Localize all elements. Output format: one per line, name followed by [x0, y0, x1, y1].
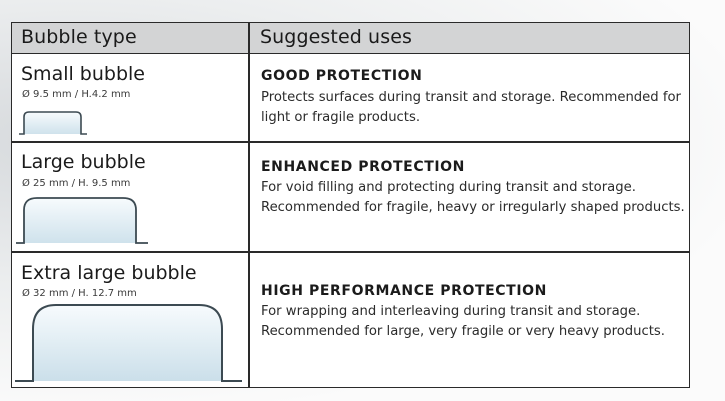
header-bubble-type: Bubble type: [21, 26, 137, 48]
protection-heading: HIGH PERFORMANCE PROTECTION: [261, 283, 547, 299]
small-bubble-icon: [19, 111, 87, 135]
use-description: For wrapping and interleaving during tra…: [261, 304, 665, 339]
extra-large-bubble-icon: [15, 304, 242, 382]
bubble-type-title: Large bubble: [21, 151, 146, 173]
protection-heading: GOOD PROTECTION: [261, 68, 423, 84]
bubble-type-title: Small bubble: [21, 63, 146, 85]
row-divider: [12, 251, 689, 253]
bubble-comparison-table: Bubble type Suggested uses Small bubble …: [11, 22, 690, 388]
row-divider: [12, 141, 689, 143]
table-header-row: Bubble type Suggested uses: [12, 23, 689, 54]
bubble-dimensions: Ø 32 mm / H. 12.7 mm: [22, 288, 137, 299]
protection-heading: ENHANCED PROTECTION: [261, 159, 465, 175]
bubble-dimensions: Ø 25 mm / H. 9.5 mm: [22, 178, 131, 189]
use-description: Protects surfaces during transit and sto…: [261, 90, 681, 125]
large-bubble-icon: [16, 197, 148, 244]
bubble-dimensions: Ø 9.5 mm / H.4.2 mm: [22, 89, 131, 100]
header-suggested-uses: Suggested uses: [260, 26, 412, 48]
bubble-type-title: Extra large bubble: [21, 262, 197, 284]
use-description: For void filling and protecting during t…: [261, 180, 685, 215]
column-divider: [248, 23, 250, 387]
